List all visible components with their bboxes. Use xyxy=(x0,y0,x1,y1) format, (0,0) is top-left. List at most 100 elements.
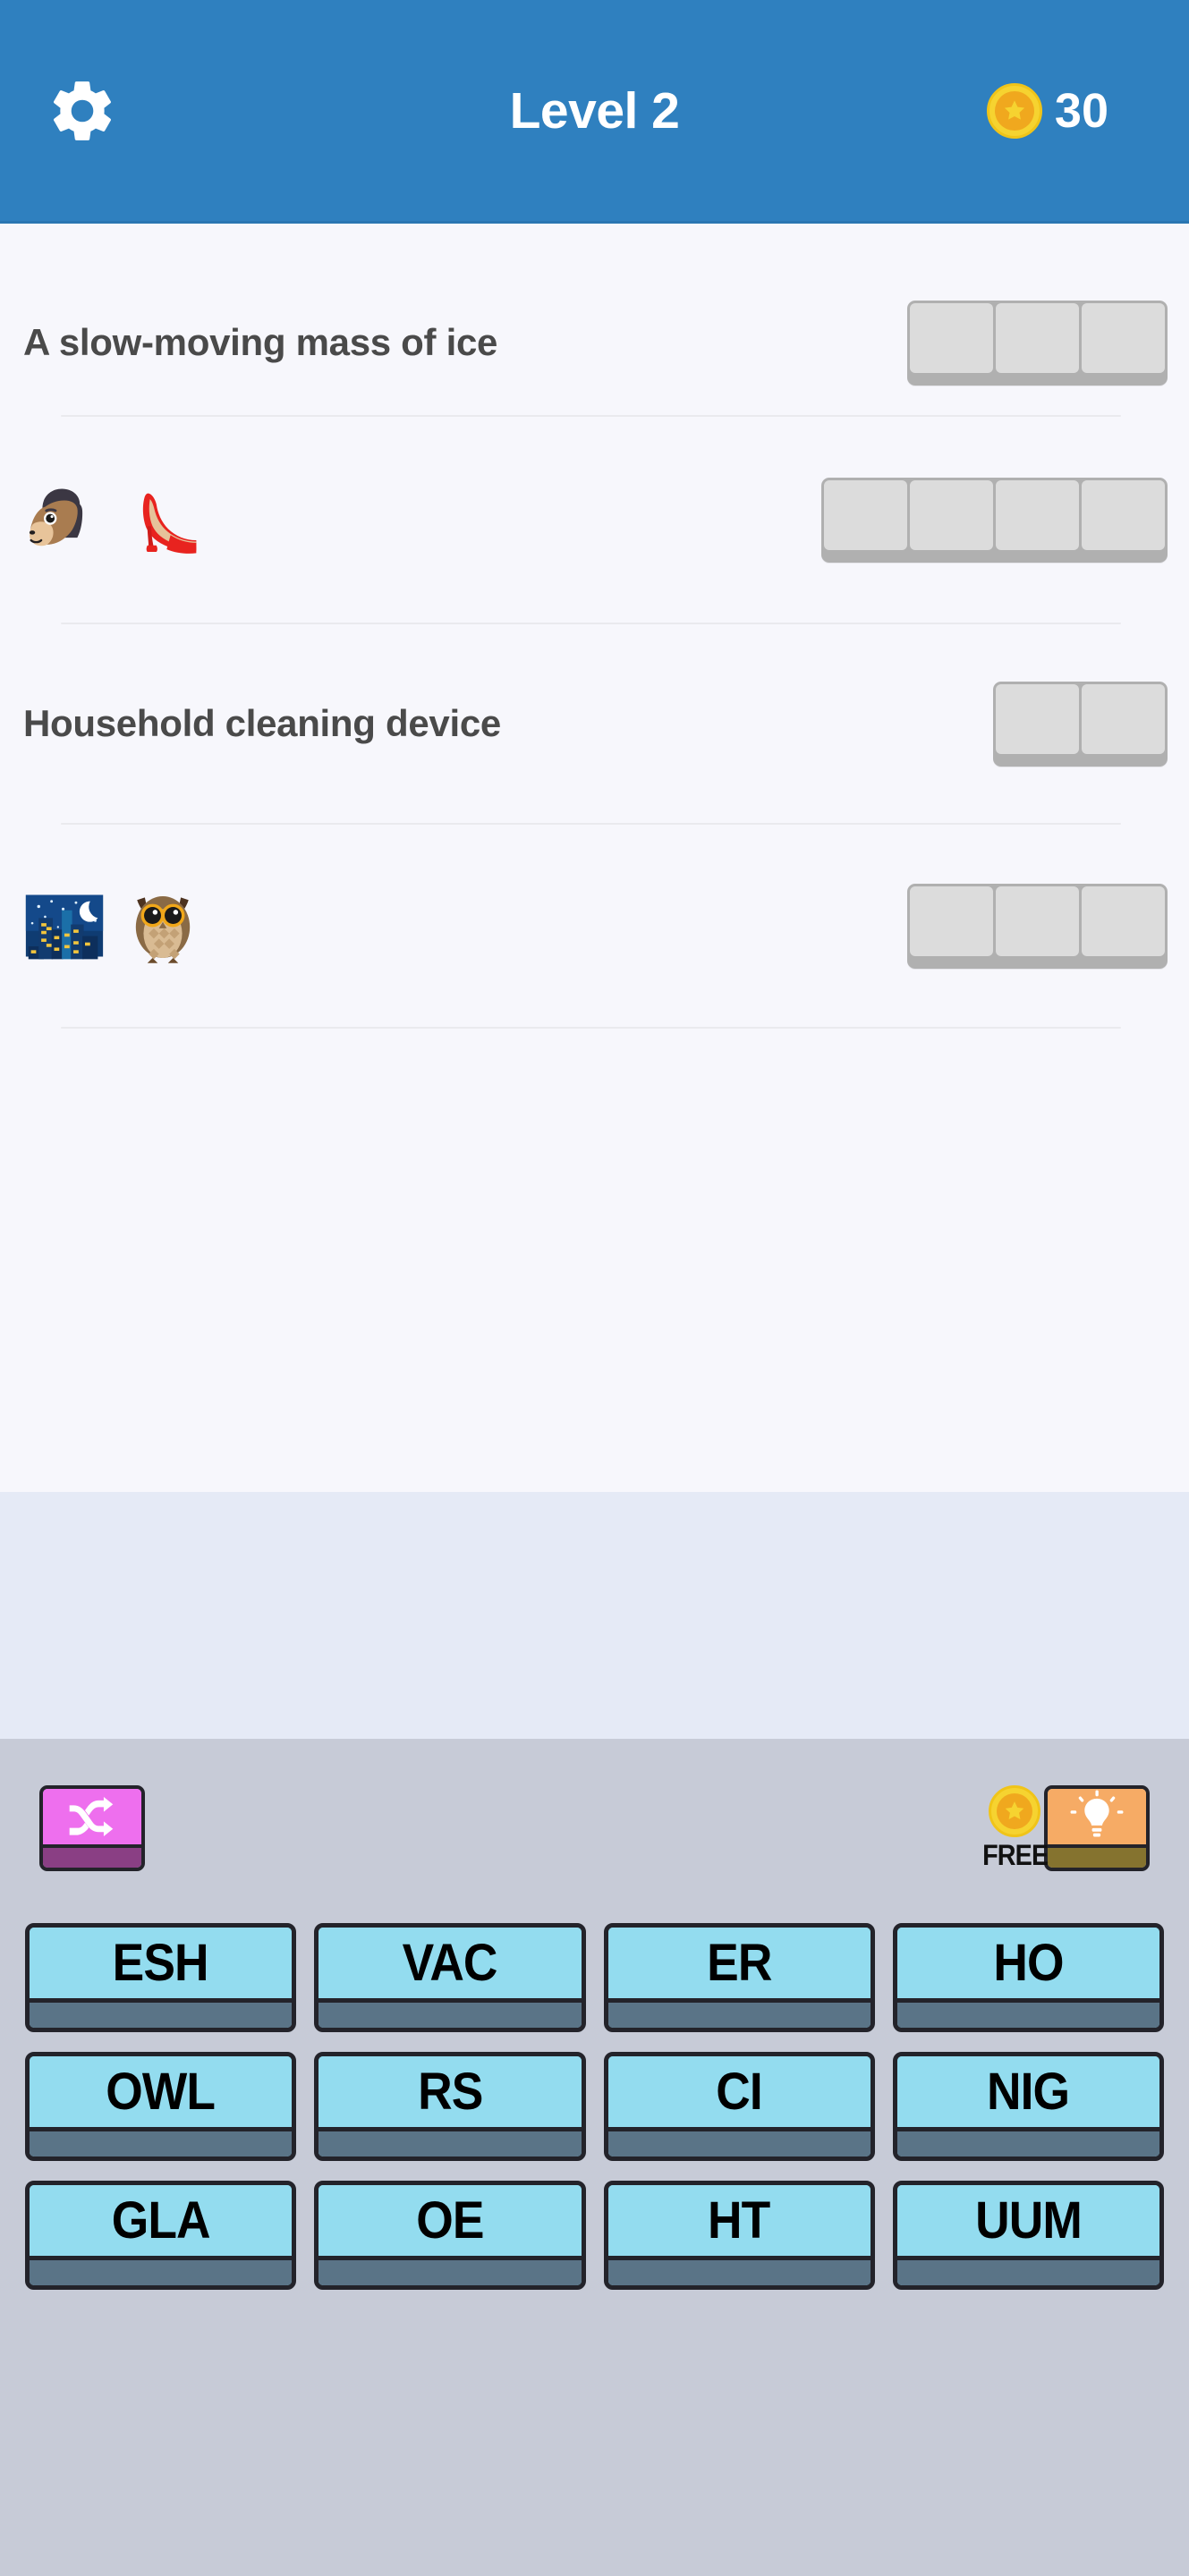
letter-tile[interactable]: GLA xyxy=(25,2181,297,2290)
letter-tile-face: UUM xyxy=(896,2185,1159,2256)
night-with-stars-emoji xyxy=(25,894,104,960)
letter-tile-label: RS xyxy=(417,2062,483,2121)
clue-content: A slow-moving mass of ice xyxy=(23,320,907,364)
settings-button[interactable] xyxy=(39,68,125,154)
letter-tile-row: OWL RS CI NIG xyxy=(25,2052,1164,2161)
answer-slot[interactable] xyxy=(910,302,993,373)
letter-tile-base xyxy=(896,1998,1159,2028)
letter-tile-label: ESH xyxy=(113,1933,209,1992)
letter-tile-label: HO xyxy=(993,1933,1064,1992)
answer-slot-group[interactable] xyxy=(907,883,1168,969)
clue-text: Household cleaning device xyxy=(23,702,501,745)
letter-tile-face: CI xyxy=(607,2056,871,2127)
letter-tile[interactable]: OWL xyxy=(25,2052,297,2161)
letter-tile-face: ESH xyxy=(30,1928,293,1998)
letter-tile-base xyxy=(318,1998,582,2028)
free-label: FREE xyxy=(981,1838,1049,1871)
free-hint-badge: FREE xyxy=(979,1784,1051,1872)
letter-tile-base xyxy=(30,2127,293,2157)
emoji-clue xyxy=(23,885,204,967)
answer-slot-group[interactable] xyxy=(821,477,1168,563)
shuffle-button[interactable] xyxy=(39,1785,145,1871)
row-divider xyxy=(61,1027,1121,1029)
lightbulb-icon xyxy=(1070,1790,1124,1837)
emoji-clue xyxy=(23,479,204,561)
answer-slot[interactable] xyxy=(910,886,993,956)
coin-inner-disc xyxy=(997,1792,1033,1829)
clue-row: A slow-moving mass of ice xyxy=(0,224,1189,415)
clue-content: Household cleaning device xyxy=(23,701,993,745)
hint-button[interactable] xyxy=(1044,1785,1150,1871)
answer-slot-group[interactable] xyxy=(993,681,1168,767)
coin-icon xyxy=(989,1784,1041,1837)
clue-row xyxy=(0,825,1189,1027)
letter-tile-base xyxy=(30,1998,293,2028)
toolbar: FREE xyxy=(0,1739,1189,1918)
shuffle-button-face xyxy=(43,1789,141,1844)
letter-tile-label: OE xyxy=(416,2190,484,2250)
letter-tile-label: ER xyxy=(706,1933,772,1992)
clue-content xyxy=(23,479,821,561)
letter-tile-base xyxy=(896,2256,1159,2285)
letter-tile[interactable]: VAC xyxy=(314,1923,586,2032)
letter-tile[interactable]: UUM xyxy=(892,2181,1164,2290)
app-header: Level 2 30 xyxy=(0,0,1189,224)
answer-slot[interactable] xyxy=(1082,479,1165,550)
shuffle-icon xyxy=(69,1797,114,1836)
letter-tile-face: RS xyxy=(318,2056,582,2127)
letter-tile-face: ER xyxy=(607,1928,871,1998)
letter-tile-face: GLA xyxy=(30,2185,293,2256)
answer-slot[interactable] xyxy=(996,683,1079,754)
clue-row xyxy=(0,417,1189,623)
answer-slot[interactable] xyxy=(996,479,1079,550)
answer-slot[interactable] xyxy=(910,479,993,550)
gear-icon xyxy=(46,74,119,148)
letter-tile[interactable]: HO xyxy=(892,1923,1164,2032)
letter-tile-row: ESH VAC ER HO xyxy=(25,1923,1164,2032)
clue-row: Household cleaning device xyxy=(0,624,1189,823)
spacer-band xyxy=(0,1492,1189,1739)
letter-tile-label: OWL xyxy=(106,2062,217,2121)
letter-tile[interactable]: ESH xyxy=(25,1923,297,2032)
horse-face-emoji xyxy=(29,488,83,547)
letter-tile[interactable]: NIG xyxy=(892,2052,1164,2161)
puzzle-area: A slow-moving mass of ice Household clea… xyxy=(0,224,1189,1492)
answer-slot[interactable] xyxy=(996,302,1079,373)
letter-tile-grid: ESH VAC ER HO OWL RS CI NIG GLA OE HT UU… xyxy=(0,1923,1189,2290)
answer-slot[interactable] xyxy=(1082,302,1165,373)
letter-tile-label: VAC xyxy=(402,1933,498,1992)
letter-tile-face: HT xyxy=(607,2185,871,2256)
high-heeled-shoe-emoji xyxy=(142,493,197,554)
answer-slot[interactable] xyxy=(824,479,907,550)
letter-tile[interactable]: ER xyxy=(603,1923,875,2032)
hint-group: FREE xyxy=(979,1784,1150,1872)
coin-icon xyxy=(986,82,1042,139)
letter-tile-base xyxy=(607,1998,871,2028)
letter-tile[interactable]: HT xyxy=(603,2181,875,2290)
letter-tile-face: OE xyxy=(318,2185,582,2256)
answer-slot[interactable] xyxy=(996,886,1079,956)
keyboard-area: FREE ESH VAC ER HO OWL RS CI NIG GLA OE … xyxy=(0,1739,1189,2576)
letter-tile-label: CI xyxy=(716,2062,762,2121)
letter-tile[interactable]: CI xyxy=(603,2052,875,2161)
letter-tile-base xyxy=(607,2127,871,2157)
letter-tile[interactable]: OE xyxy=(314,2181,586,2290)
hint-button-face xyxy=(1048,1789,1146,1844)
letter-tile-base xyxy=(318,2127,582,2157)
coin-counter[interactable]: 30 xyxy=(986,82,1150,139)
coin-inner-disc xyxy=(994,90,1034,131)
game-screen: Level 2 30 A slow-moving mass of ice Hou… xyxy=(0,0,1189,2576)
letter-tile-label: NIG xyxy=(987,2062,1070,2121)
letter-tile-row: GLA OE HT UUM xyxy=(25,2181,1164,2290)
answer-slot[interactable] xyxy=(1082,683,1165,754)
letter-tile-face: VAC xyxy=(318,1928,582,1998)
letter-tile-base xyxy=(607,2256,871,2285)
owl-emoji xyxy=(135,895,191,963)
answer-slot-group[interactable] xyxy=(907,300,1168,386)
answer-slot[interactable] xyxy=(1082,886,1165,956)
letter-tile-face: HO xyxy=(896,1928,1159,1998)
letter-tile-label: HT xyxy=(708,2190,770,2250)
clue-content xyxy=(23,885,907,967)
letter-tile-label: GLA xyxy=(111,2190,211,2250)
letter-tile[interactable]: RS xyxy=(314,2052,586,2161)
